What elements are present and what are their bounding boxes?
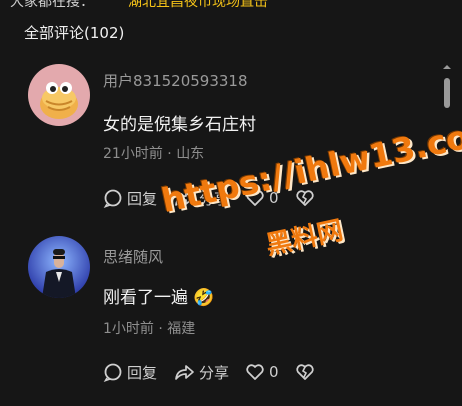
share-label: 分享	[199, 189, 230, 208]
scrollbar-thumb[interactable]	[444, 78, 450, 108]
comment-time: 1小时前	[103, 321, 154, 337]
share-button[interactable]: 分享	[173, 188, 229, 209]
share-button[interactable]: 分享	[173, 362, 229, 383]
comment-actions: 回复 分享 0	[103, 361, 331, 383]
comment-username[interactable]: 用户831520593318	[103, 70, 248, 91]
meta-separator: ·	[167, 146, 177, 162]
search-suggestion-strip[interactable]: 大家都在搜： 湖北宜昌夜市现场直击	[0, 0, 462, 10]
like-count: 0	[269, 189, 279, 207]
comments-header: 全部评论(102)	[24, 24, 125, 42]
comment-bubble-icon	[103, 189, 122, 208]
heart-icon	[246, 364, 264, 380]
scroll-up-arrow-icon[interactable]	[442, 62, 452, 72]
comment-username[interactable]: 思绪随风	[103, 246, 163, 267]
avatar[interactable]	[28, 64, 90, 126]
watermark-name: 黑料网	[263, 215, 346, 262]
like-button[interactable]: 0	[245, 362, 279, 382]
share-arrow-icon	[175, 365, 194, 380]
comment-actions: 回复 分享 0	[103, 187, 331, 209]
share-arrow-icon	[175, 191, 194, 206]
comment-text: 刚看了一遍 🤣	[103, 288, 215, 308]
reply-button[interactable]: 回复	[103, 188, 157, 209]
like-button[interactable]: 0	[245, 188, 279, 208]
heart-icon	[246, 190, 264, 206]
meta-separator: ·	[158, 321, 168, 337]
comment-meta: 1小时前 · 福建	[103, 318, 195, 338]
comment-meta: 21小时前 · 山东	[103, 143, 204, 163]
scrollbar[interactable]	[442, 62, 452, 402]
reply-label: 回复	[127, 363, 158, 382]
reply-button[interactable]: 回复	[103, 362, 157, 383]
comment-bubble-icon	[103, 363, 122, 382]
comment-time: 21小时前	[103, 146, 163, 162]
man-in-suit-avatar-icon	[28, 236, 90, 298]
search-suggestion-prefix: 大家都在搜：	[10, 0, 94, 10]
broken-heart-icon	[295, 364, 314, 380]
comment-location: 福建	[167, 321, 196, 337]
dislike-button[interactable]	[295, 362, 315, 382]
broken-heart-icon	[295, 190, 314, 206]
avatar[interactable]	[28, 236, 90, 298]
share-label: 分享	[199, 363, 230, 382]
cartoon-bread-avatar-icon	[28, 64, 90, 126]
comment-location: 山东	[176, 146, 205, 162]
reply-label: 回复	[127, 189, 158, 208]
comment-text: 女的是倪集乡石庄村	[103, 115, 256, 135]
dislike-button[interactable]	[295, 188, 315, 208]
like-count: 0	[269, 363, 279, 381]
search-suggestion-link[interactable]: 湖北宜昌夜市现场直击	[128, 0, 268, 10]
